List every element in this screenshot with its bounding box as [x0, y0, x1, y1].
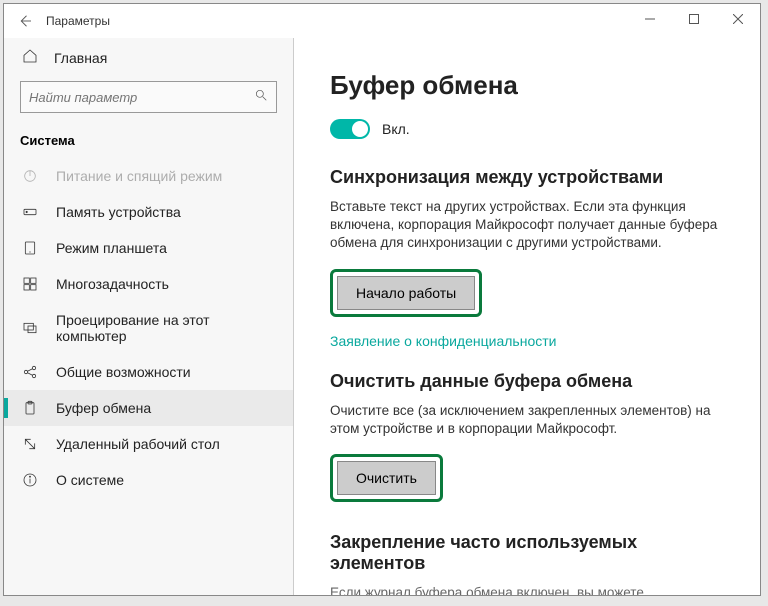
- sidebar-item-label: Многозадачность: [56, 276, 169, 292]
- sidebar-item-label: Режим планшета: [56, 240, 167, 256]
- tablet-icon: [22, 240, 38, 256]
- content: Буфер обмена Вкл. Синхронизация между ус…: [294, 38, 760, 595]
- window-controls: [628, 4, 760, 34]
- toggle-label: Вкл.: [382, 121, 410, 137]
- clear-text: Очистите все (за исключением закрепленны…: [330, 402, 724, 438]
- clipboard-toggle-row: Вкл.: [330, 119, 724, 139]
- page-title: Буфер обмена: [330, 70, 724, 101]
- sidebar-category: Система: [4, 123, 293, 158]
- sidebar-item-project[interactable]: Проецирование на этот компьютер: [4, 302, 293, 354]
- sidebar-item-label: О системе: [56, 472, 124, 488]
- sidebar-home[interactable]: Главная: [4, 38, 293, 77]
- remote-icon: [22, 436, 38, 452]
- settings-window: Параметры Главная Система Пи: [3, 3, 761, 596]
- clear-title: Очистить данные буфера обмена: [330, 371, 724, 392]
- sync-title: Синхронизация между устройствами: [330, 167, 724, 188]
- titlebar: Параметры: [4, 4, 760, 38]
- multitask-icon: [22, 276, 38, 292]
- sidebar-item-label: Питание и спящий режим: [56, 168, 222, 184]
- sidebar-item-label: Буфер обмена: [56, 400, 151, 416]
- sidebar-item-storage[interactable]: Память устройства: [4, 194, 293, 230]
- search-field[interactable]: [29, 90, 254, 105]
- sidebar-item-label: Удаленный рабочий стол: [56, 436, 220, 452]
- search-input[interactable]: [20, 81, 277, 113]
- search-icon: [254, 88, 268, 107]
- clear-button-highlight: Очистить: [330, 454, 443, 502]
- sidebar-nav[interactable]: Питание и спящий режим Память устройства…: [4, 158, 293, 595]
- maximize-button[interactable]: [672, 4, 716, 34]
- sidebar-item-shared[interactable]: Общие возможности: [4, 354, 293, 390]
- info-icon: [22, 472, 38, 488]
- pin-text: Если журнал буфера обмена включен, вы мо…: [330, 584, 724, 595]
- clear-button[interactable]: Очистить: [337, 461, 436, 495]
- share-icon: [22, 364, 38, 380]
- sidebar-item-tablet[interactable]: Режим планшета: [4, 230, 293, 266]
- sidebar: Главная Система Питание и спящий режим П…: [4, 38, 294, 595]
- close-button[interactable]: [716, 4, 760, 34]
- pin-title: Закрепление часто используемых элементов: [330, 532, 724, 574]
- sidebar-item-label: Общие возможности: [56, 364, 191, 380]
- sidebar-item-label: Память устройства: [56, 204, 181, 220]
- sync-text: Вставьте текст на других устройствах. Ес…: [330, 198, 724, 253]
- sidebar-item-power[interactable]: Питание и спящий режим: [4, 158, 293, 194]
- sidebar-item-label: Проецирование на этот компьютер: [56, 312, 277, 344]
- sidebar-item-about[interactable]: О системе: [4, 462, 293, 498]
- project-icon: [22, 320, 38, 336]
- clipboard-history-toggle[interactable]: [330, 119, 370, 139]
- sidebar-home-label: Главная: [54, 50, 107, 66]
- window-title: Параметры: [46, 14, 110, 28]
- clipboard-icon: [22, 400, 38, 416]
- sidebar-item-clipboard[interactable]: Буфер обмена: [4, 390, 293, 426]
- storage-icon: [22, 204, 38, 220]
- home-icon: [22, 48, 38, 67]
- search-row: [4, 77, 293, 123]
- minimize-button[interactable]: [628, 4, 672, 34]
- sidebar-item-multitask[interactable]: Многозадачность: [4, 266, 293, 302]
- sync-button-highlight: Начало работы: [330, 269, 482, 317]
- power-icon: [22, 168, 38, 184]
- privacy-link[interactable]: Заявление о конфиденциальности: [330, 333, 556, 349]
- body: Главная Система Питание и спящий режим П…: [4, 38, 760, 595]
- get-started-button[interactable]: Начало работы: [337, 276, 475, 310]
- back-button[interactable]: [16, 12, 46, 30]
- sidebar-item-remote[interactable]: Удаленный рабочий стол: [4, 426, 293, 462]
